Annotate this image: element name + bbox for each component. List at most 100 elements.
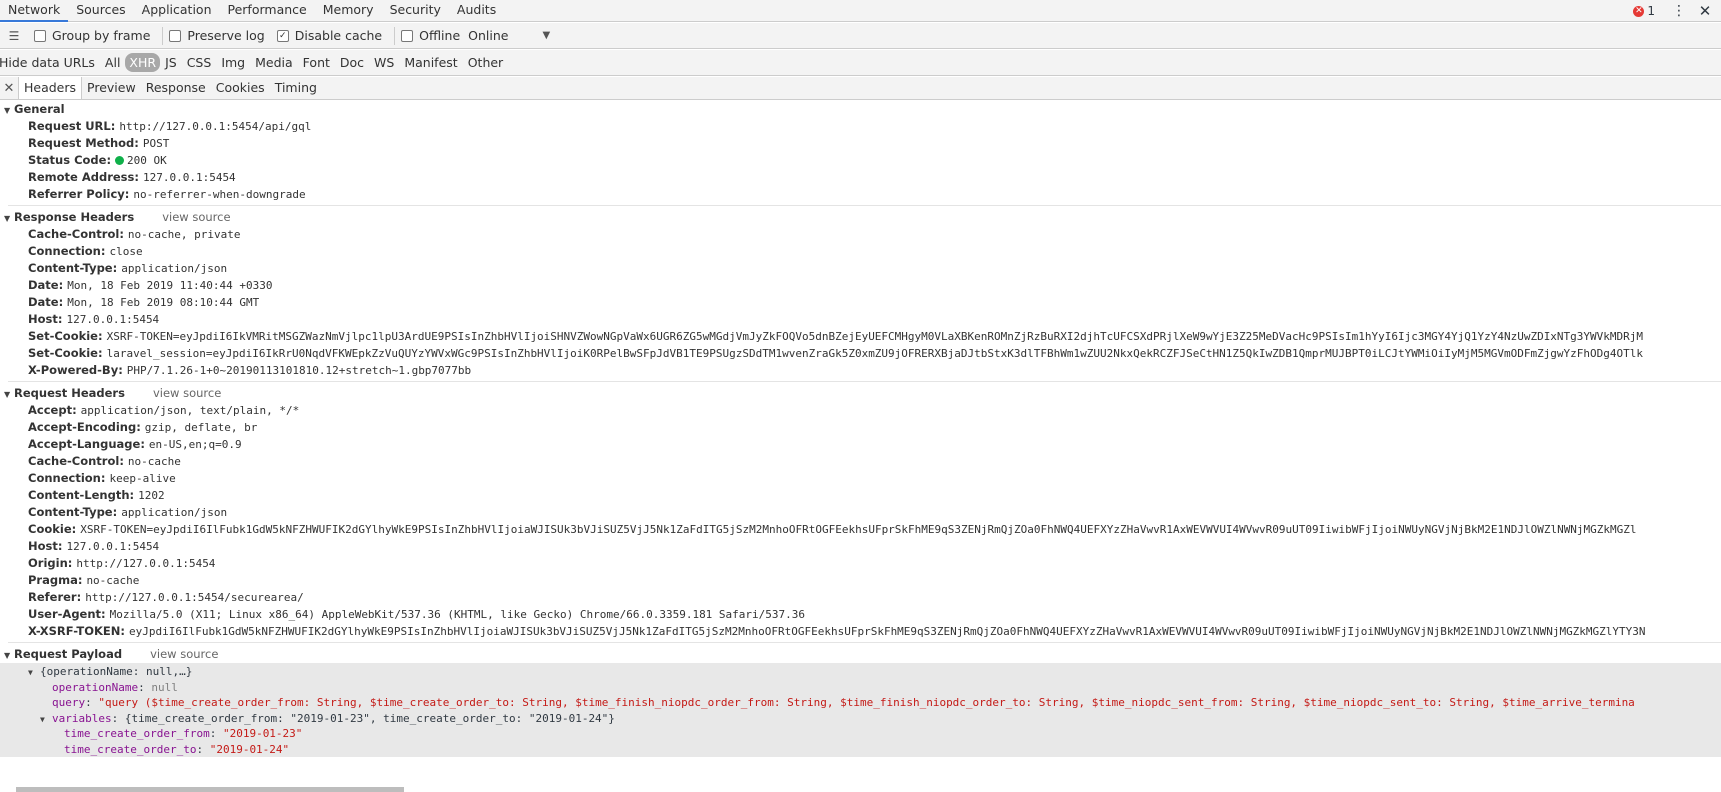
header-value: POST (142, 137, 170, 150)
header-row: Referrer Policy: no-referrer-when-downgra… (0, 186, 1721, 203)
chevron-down-icon[interactable]: ▼ (542, 30, 550, 41)
tab-response[interactable]: Response (141, 77, 211, 99)
header-row: Accept: application/json, text/plain, */* (0, 402, 1721, 419)
header-key: Content-Type: (28, 505, 118, 519)
close-devtools-icon[interactable]: ✕ (1695, 2, 1715, 20)
status-ok-icon (115, 156, 125, 165)
request-detail-tabs: ✕ Headers Preview Response Cookies Timing (0, 77, 1721, 100)
preserve-log-label: Preserve log (187, 28, 265, 43)
expand-triangle-icon: ▼ (28, 668, 33, 677)
header-key: Cache-Control: (28, 227, 124, 241)
more-options-icon[interactable]: ⋮ (1669, 3, 1689, 19)
property-key: query (52, 696, 86, 709)
group-by-frame-checkbox[interactable]: Group by frame (34, 28, 150, 43)
header-value: Mon, 18 Feb 2019 11:40:44 +0330 (67, 279, 273, 292)
header-row: Cache-Control: no-cache (0, 453, 1721, 470)
horizontal-scrollbar[interactable] (16, 787, 404, 792)
expand-triangle-icon: ▼ (4, 214, 11, 223)
filter-xhr[interactable]: XHR (125, 53, 161, 72)
header-value: no-cache (127, 455, 181, 468)
general-section-header[interactable]: ▼ General (0, 101, 1721, 118)
filter-ws[interactable]: WS (369, 53, 399, 72)
filter-doc[interactable]: Doc (335, 53, 369, 72)
header-value: Mon, 18 Feb 2019 08:10:44 GMT (67, 296, 260, 309)
close-detail-icon[interactable]: ✕ (0, 81, 18, 96)
tab-memory[interactable]: Memory (315, 0, 382, 22)
header-value: no-referrer-when-downgrade (133, 188, 306, 201)
offline-label: Offline (419, 28, 461, 43)
offline-checkbox[interactable]: Offline (401, 28, 460, 43)
filter-manifest[interactable]: Manifest (399, 53, 462, 72)
payload-root-node[interactable]: ▼ {operationName: null,…} (0, 664, 1721, 680)
response-headers-section-header[interactable]: ▼ Response Headers view source (0, 209, 1721, 226)
header-value: PHP/7.1.26-1+0~20190113101810.12+stretch… (126, 364, 472, 377)
filter-css[interactable]: CSS (182, 53, 217, 72)
filter-other[interactable]: Other (463, 53, 509, 72)
header-row: Host: 127.0.0.1:5454 (0, 311, 1721, 328)
header-value: 127.0.0.1:5454 (66, 313, 160, 326)
header-row: Accept-Language: en-US,en;q=0.9 (0, 436, 1721, 453)
property-key: time_create_order_to (64, 742, 197, 756)
view-source-link[interactable]: view source (153, 386, 221, 400)
header-value: en-US,en;q=0.9 (148, 438, 242, 451)
header-value: 127.0.0.1:5454 (142, 171, 236, 184)
throttle-select[interactable]: Online (468, 28, 508, 43)
header-value: application/json, text/plain, */* (80, 404, 300, 417)
header-key: Date: (28, 278, 64, 292)
tab-sources[interactable]: Sources (68, 0, 133, 22)
header-value: 127.0.0.1:5454 (66, 540, 160, 553)
payload-root-summary: {operationName: null,…} (40, 665, 193, 678)
payload-variables-node[interactable]: ▼ variables: {time_create_order_from: "20… (0, 711, 1721, 727)
general-title: General (14, 102, 65, 116)
header-key: Pragma: (28, 573, 83, 587)
request-payload-section-header[interactable]: ▼ Request Payload view source (0, 646, 1721, 663)
header-key: Host: (28, 312, 63, 326)
filter-all[interactable]: All (100, 53, 126, 72)
header-key: Host: (28, 539, 63, 553)
filter-img[interactable]: Img (216, 53, 250, 72)
header-key: Content-Type: (28, 261, 118, 275)
filter-js[interactable]: JS (160, 53, 182, 72)
filter-media[interactable]: Media (250, 53, 298, 72)
payload-tree: ▼ {operationName: null,…} operationName: … (0, 663, 1721, 757)
header-key: Referrer Policy: (28, 187, 130, 201)
tab-headers[interactable]: Headers (18, 77, 83, 99)
tab-application[interactable]: Application (134, 0, 220, 22)
tab-performance[interactable]: Performance (220, 0, 315, 22)
preserve-log-checkbox[interactable]: Preserve log (169, 28, 265, 43)
tab-cookies[interactable]: Cookies (211, 77, 270, 99)
tab-security[interactable]: Security (382, 0, 449, 22)
header-value: close (109, 245, 143, 258)
filter-font[interactable]: Font (298, 53, 335, 72)
header-row: X-XSRF-TOKEN: eyJpdiI6IlFubk1GdW5kNFZHWUF… (0, 623, 1721, 640)
expand-triangle-icon: ▼ (40, 714, 45, 724)
tab-audits[interactable]: Audits (449, 0, 504, 22)
tab-network[interactable]: Network (0, 0, 69, 22)
property-key: variables (52, 711, 112, 725)
header-key: Set-Cookie: (28, 329, 103, 343)
filter-settings-icon[interactable]: ☰ (0, 29, 28, 43)
header-key: Status Code: (28, 153, 112, 167)
expand-triangle-icon: ▼ (4, 390, 11, 399)
view-source-link[interactable]: view source (162, 210, 230, 224)
disable-cache-label: Disable cache (294, 28, 383, 43)
tab-preview[interactable]: Preview (82, 77, 141, 99)
hide-data-urls-filter[interactable]: Hide data URLs (0, 53, 100, 72)
header-row: Pragma: no-cache (0, 572, 1721, 589)
expand-triangle-icon: ▼ (4, 106, 11, 115)
error-counter[interactable]: ✕ 1 (1633, 4, 1655, 18)
property-value: "query ($time_create_order_from: String,… (98, 696, 1635, 709)
request-headers-title: Request Headers (14, 386, 125, 400)
disable-cache-checkbox[interactable]: ✓ Disable cache (276, 28, 383, 43)
header-row: Cookie: XSRF-TOKEN=eyJpdiI6IlFubk1GdW5kNF… (0, 521, 1721, 538)
header-value: http://127.0.0.1:5454/securearea/ (85, 591, 304, 604)
header-key: Accept-Encoding: (28, 420, 141, 434)
payload-property: operationName: null (52, 680, 178, 694)
checkbox-unchecked-icon (169, 29, 182, 42)
header-value: keep-alive (109, 472, 176, 485)
header-row: Host: 127.0.0.1:5454 (0, 538, 1721, 555)
view-source-link[interactable]: view source (150, 647, 218, 661)
tab-timing[interactable]: Timing (270, 77, 322, 99)
request-headers-section-header[interactable]: ▼ Request Headers view source (0, 385, 1721, 402)
header-key: Connection: (28, 244, 106, 258)
